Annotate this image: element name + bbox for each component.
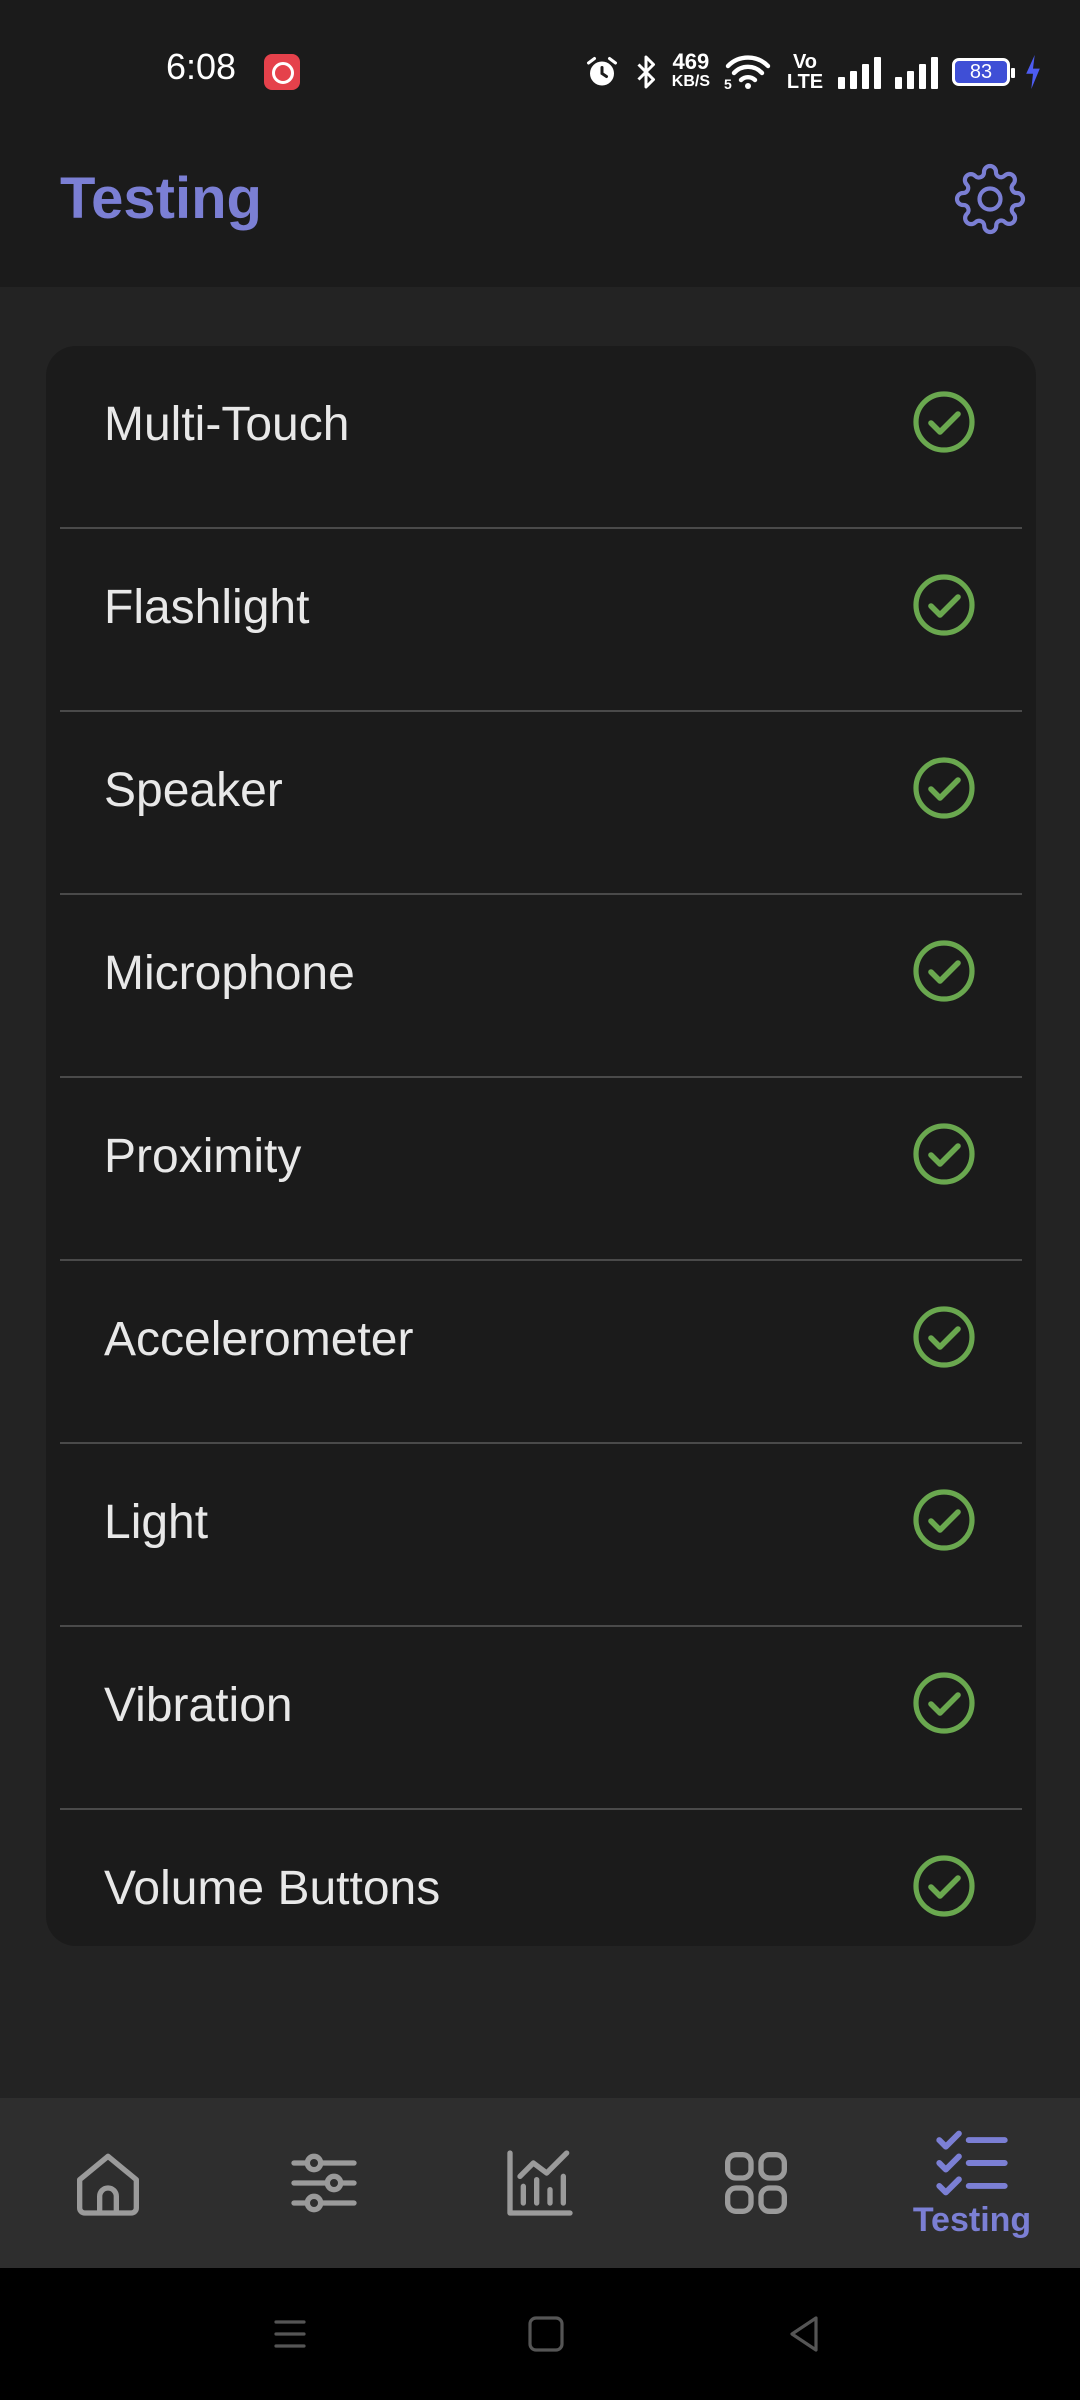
recents-button[interactable]	[266, 2310, 314, 2358]
nav-apps[interactable]	[648, 2098, 864, 2268]
test-label: Microphone	[104, 947, 355, 1000]
volte-indicator: Vo LTE	[786, 51, 824, 93]
nav-stats[interactable]	[432, 2098, 648, 2268]
test-row-light[interactable]: Light	[60, 1444, 1022, 1627]
home-icon	[77, 2153, 139, 2216]
nav-controls[interactable]	[216, 2098, 432, 2268]
test-label: Vibration	[104, 1679, 293, 1732]
check-circle-icon	[913, 1855, 975, 1917]
back-button[interactable]	[780, 2310, 828, 2358]
network-speed-value: 469	[672, 49, 710, 74]
test-row-microphone[interactable]: Microphone	[60, 895, 1022, 1078]
test-row-flashlight[interactable]: Flashlight	[60, 529, 1022, 712]
network-speed-unit: KB/S	[671, 73, 710, 90]
app-bar: Testing	[0, 135, 1080, 287]
gear-icon	[954, 163, 1026, 235]
nav-testing[interactable]: Testing	[864, 2098, 1080, 2268]
test-row-speaker[interactable]: Speaker	[60, 712, 1022, 895]
status-bar: 6:08 469 KB/S 5 Vo LTE 83	[0, 0, 1080, 135]
notification-app-icon	[264, 54, 300, 90]
check-circle-icon	[913, 757, 975, 819]
wifi-badge: 5	[724, 76, 732, 92]
battery-icon: 83	[952, 58, 1015, 86]
check-circle-icon	[913, 1306, 975, 1368]
nav-testing-label: Testing	[912, 2200, 1032, 2239]
bottom-nav: Testing	[0, 2098, 1080, 2268]
home-button[interactable]	[522, 2310, 570, 2358]
settings-button[interactable]	[950, 159, 1030, 239]
status-icons: 469 KB/S 5 Vo LTE 83	[584, 46, 1042, 98]
test-label: Volume Buttons	[104, 1862, 441, 1915]
system-nav-bar	[0, 2268, 1080, 2400]
check-circle-icon	[913, 1672, 975, 1734]
test-label: Multi-Touch	[104, 398, 350, 451]
sliders-icon	[291, 2153, 357, 2213]
test-label: Flashlight	[104, 581, 310, 634]
test-row-volume-buttons[interactable]: Volume Buttons	[60, 1810, 1022, 1991]
test-row-proximity[interactable]: Proximity	[60, 1078, 1022, 1261]
signal-icon-sim1	[838, 55, 881, 89]
nav-home[interactable]	[0, 2098, 216, 2268]
wifi-indicator: 5	[724, 54, 772, 92]
page-title: Testing	[60, 166, 262, 231]
check-circle-icon	[913, 391, 975, 453]
bluetooth-icon	[637, 55, 655, 89]
check-circle-icon	[913, 1489, 975, 1551]
test-list-card: Multi-Touch Flashlight Speaker Microphon…	[46, 346, 1036, 1946]
test-label: Speaker	[104, 764, 283, 817]
test-row-accelerometer[interactable]: Accelerometer	[60, 1261, 1022, 1444]
check-circle-icon	[913, 1123, 975, 1185]
grid-icon	[725, 2152, 787, 2214]
charging-icon	[1026, 55, 1040, 89]
test-row-multi-touch[interactable]: Multi-Touch	[60, 346, 1022, 529]
test-row-vibration[interactable]: Vibration	[60, 1627, 1022, 1810]
signal-icon-sim2	[895, 55, 938, 89]
chart-icon	[507, 2150, 573, 2216]
check-circle-icon	[913, 574, 975, 636]
network-speed: 469 KB/S	[671, 49, 710, 92]
test-label: Accelerometer	[104, 1313, 414, 1366]
test-label: Proximity	[104, 1130, 302, 1183]
alarm-icon	[586, 57, 617, 86]
battery-level: 83	[969, 60, 993, 83]
checklist-icon	[936, 2130, 1008, 2195]
status-time: 6:08	[166, 46, 237, 87]
check-circle-icon	[913, 940, 975, 1002]
test-label: Light	[104, 1496, 209, 1549]
